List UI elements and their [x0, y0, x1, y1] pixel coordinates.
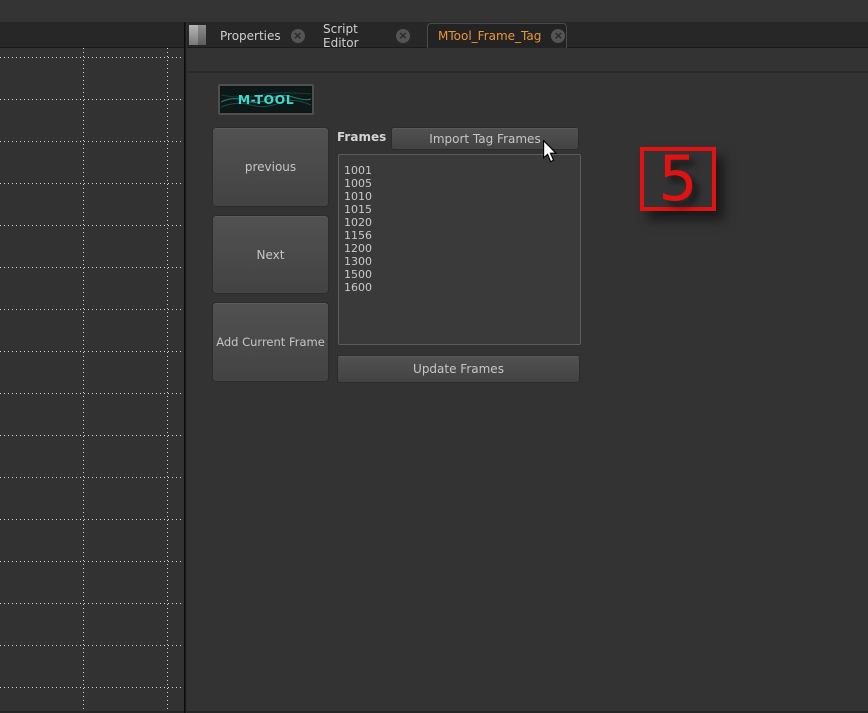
content-separator: [187, 71, 868, 73]
tab-label: Properties: [220, 29, 281, 43]
previous-button[interactable]: previous: [212, 127, 329, 207]
grid-line: [0, 393, 184, 394]
grid-line: [0, 519, 184, 520]
update-frames-button[interactable]: Update Frames: [337, 355, 580, 383]
pane-menu-icon-right: [198, 25, 207, 45]
grid-line: [167, 48, 168, 711]
tab-properties[interactable]: Properties ×: [210, 24, 307, 47]
grid-line: [83, 48, 84, 711]
add-current-frame-button[interactable]: Add Current Frame: [212, 302, 329, 382]
frame-list-item[interactable]: 1600: [344, 281, 575, 294]
close-icon[interactable]: ×: [291, 29, 305, 43]
tab-label: MTool_Frame_Tag: [438, 29, 541, 43]
mouse-cursor: [543, 140, 558, 163]
grid-line: [0, 57, 184, 58]
frames-label: Frames: [337, 130, 386, 144]
frame-list-item[interactable]: 1010: [344, 190, 575, 203]
tab-mtool-frame-tag[interactable]: MTool_Frame_Tag ×: [427, 23, 567, 48]
close-icon[interactable]: ×: [396, 29, 410, 43]
frame-list-item[interactable]: 1500: [344, 268, 575, 281]
grid-line: [0, 351, 184, 352]
frame-list-item[interactable]: 1005: [344, 177, 575, 190]
grid-line: [0, 645, 184, 646]
node-graph-pane[interactable]: [0, 48, 184, 711]
grid-line: [0, 435, 184, 436]
top-strip: [0, 0, 868, 22]
annotation-box: 5: [640, 147, 716, 211]
nuke-window: Properties × Script Editor × MTool_Frame…: [0, 0, 868, 713]
frame-list-item[interactable]: 1001: [344, 164, 575, 177]
frame-list-item[interactable]: 1300: [344, 255, 575, 268]
annotation-number: 5: [658, 148, 697, 210]
pane-divider[interactable]: [184, 22, 187, 713]
grid-line: [0, 267, 184, 268]
frame-list-item[interactable]: 1020: [344, 216, 575, 229]
frame-list-item[interactable]: 1156: [344, 229, 575, 242]
grid-line: [0, 309, 184, 310]
grid-line: [0, 561, 184, 562]
mtool-logo: M-TOOL: [218, 84, 314, 115]
grid-line: [0, 687, 184, 688]
grid-line: [0, 603, 184, 604]
frame-list-item[interactable]: 1015: [344, 203, 575, 216]
frame-list-item[interactable]: 1200: [344, 242, 575, 255]
close-icon[interactable]: ×: [551, 29, 565, 43]
grid-line: [0, 141, 184, 142]
grid-line: [0, 183, 184, 184]
tab-script-editor[interactable]: Script Editor ×: [313, 24, 420, 47]
pane-menu-icon-left: [189, 25, 198, 45]
mtool-logo-text: M-TOOL: [238, 92, 295, 107]
mtool-logo-waves: M-TOOL: [221, 87, 311, 112]
pane-menu-icon[interactable]: [189, 25, 206, 45]
grid-line: [0, 225, 184, 226]
grid-line: [0, 99, 184, 100]
grid-line: [0, 477, 184, 478]
tab-label: Script Editor: [323, 22, 386, 50]
next-button[interactable]: Next: [212, 215, 329, 294]
frames-list[interactable]: 1001100510101015102011561200130015001600: [338, 154, 581, 345]
